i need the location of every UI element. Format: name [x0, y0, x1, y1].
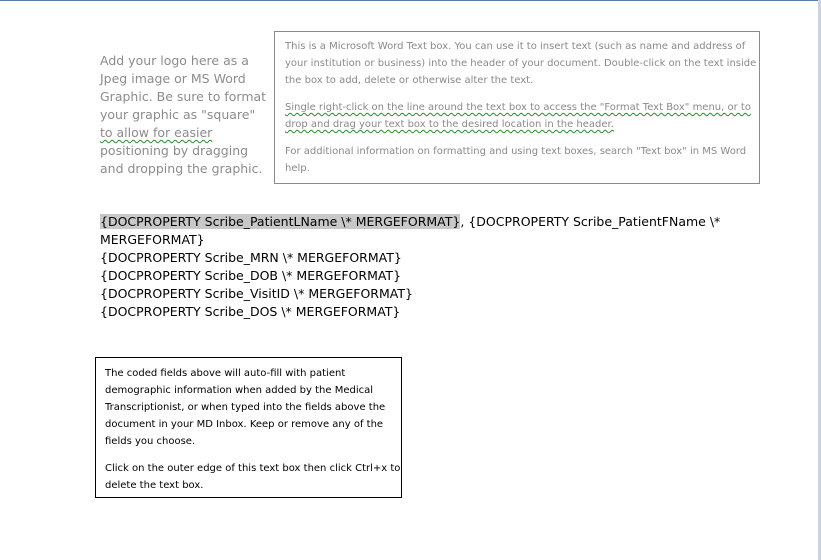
header-textbox-paragraph-3: For additional information on formatting… — [285, 143, 749, 177]
logo-line: to allow for easier — [100, 125, 213, 140]
header-textbox-line: help. — [285, 163, 310, 174]
logo-line: your graphic as "square" — [100, 107, 256, 122]
document-page: Add your logo here as a Jpeg image or MS… — [0, 0, 821, 560]
note-line: Click on the outer edge of this text box… — [105, 463, 401, 474]
header-textbox-line: the box to add, delete or otherwise alte… — [285, 75, 534, 86]
header-textbox-line: Single right-click on the line around th… — [285, 102, 751, 113]
logo-line: and dropping the graphic. — [100, 161, 263, 176]
note-line: demographic information when added by th… — [105, 385, 374, 396]
dob-field[interactable]: {DOCPROPERTY Scribe_DOB \* MERGEFORMAT} — [100, 267, 760, 285]
merge-fields-block: {DOCPROPERTY Scribe_PatientLName \* MERG… — [100, 213, 760, 321]
logo-line: Graphic. Be sure to format — [100, 89, 267, 104]
note-line: document in your MD Inbox. Keep or remov… — [105, 419, 384, 430]
note-line: The coded fields above will auto-fill wi… — [105, 368, 346, 379]
mrn-field[interactable]: {DOCPROPERTY Scribe_MRN \* MERGEFORMAT} — [100, 249, 760, 267]
note-line: Transcriptionist, or when typed into the… — [105, 402, 386, 413]
note-paragraph-2: Click on the outer edge of this text box… — [105, 460, 401, 494]
note-line: fields you choose. — [105, 436, 196, 447]
instructions-text-box[interactable]: The coded fields above will auto-fill wi… — [95, 357, 402, 498]
header-textbox-line: drop and drag your text box to the desir… — [285, 119, 614, 130]
visit-id-field[interactable]: {DOCPROPERTY Scribe_VisitID \* MERGEFORM… — [100, 285, 760, 303]
patient-fname-field[interactable]: {DOCPROPERTY Scribe_PatientFName \* — [468, 214, 720, 229]
note-line: delete the text box. — [105, 480, 204, 491]
logo-placeholder-text[interactable]: Add your logo here as a Jpeg image or MS… — [100, 52, 268, 178]
header-textbox-paragraph-2: Single right-click on the line around th… — [285, 99, 751, 133]
logo-line: Jpeg image or MS Word — [100, 71, 246, 86]
header-textbox-line: This is a Microsoft Word Text box. You c… — [285, 41, 746, 52]
logo-line: Add your logo here as a — [100, 53, 249, 68]
logo-line: positioning by dragging — [100, 143, 249, 158]
note-paragraph-1: The coded fields above will auto-fill wi… — [105, 365, 392, 450]
header-textbox-paragraph-1: This is a Microsoft Word Text box. You c… — [285, 38, 757, 89]
dos-field[interactable]: {DOCPROPERTY Scribe_DOS \* MERGEFORMAT} — [100, 303, 760, 321]
patient-lname-field[interactable]: {DOCPROPERTY Scribe_PatientLName \* MERG… — [100, 214, 461, 229]
patient-fname-field-cont[interactable]: MERGEFORMAT} — [100, 231, 760, 249]
header-textbox-line: your institution or business) into the h… — [285, 58, 757, 69]
header-textbox-line: For additional information on formatting… — [285, 146, 747, 157]
patient-name-field-row: {DOCPROPERTY Scribe_PatientLName \* MERG… — [100, 213, 760, 231]
header-text-box[interactable]: This is a Microsoft Word Text box. You c… — [274, 31, 760, 184]
window-top-border — [0, 0, 821, 1]
field-separator: , — [460, 214, 465, 229]
